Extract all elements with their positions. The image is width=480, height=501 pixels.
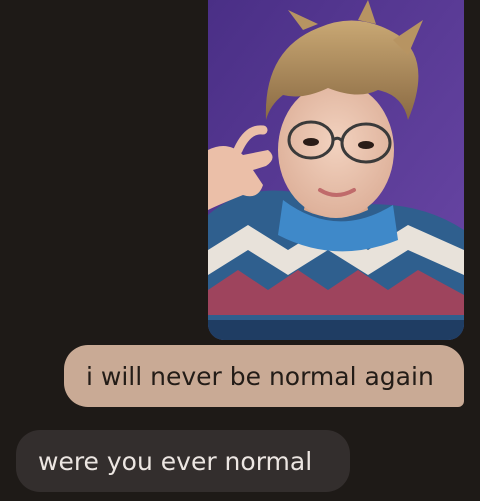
received-message-bubble[interactable]: were you ever normal	[16, 430, 350, 492]
message-text: were you ever normal	[38, 446, 313, 476]
selfie-photo	[208, 0, 464, 340]
message-text: i will never be normal again	[86, 361, 434, 391]
sent-message-bubble[interactable]: i will never be normal again	[64, 345, 464, 407]
message-image-attachment[interactable]	[208, 0, 464, 340]
